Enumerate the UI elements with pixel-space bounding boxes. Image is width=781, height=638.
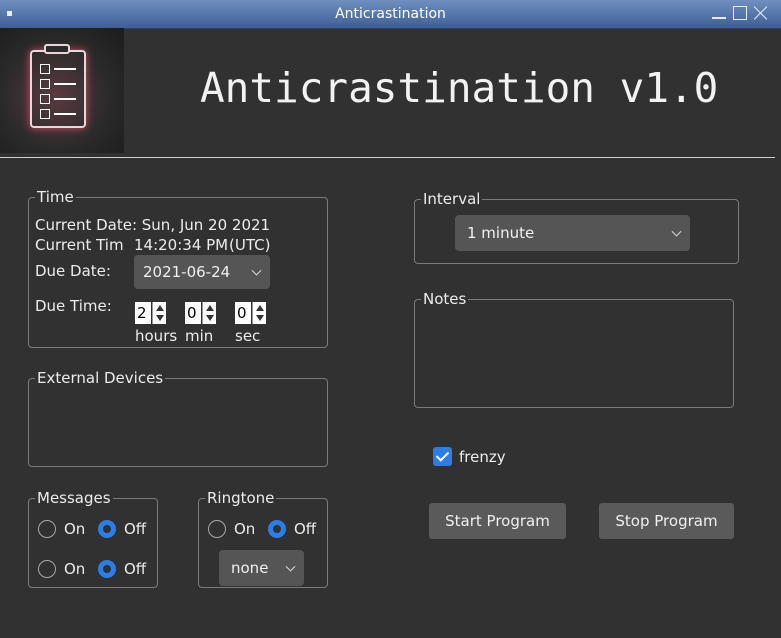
due-date-value: 2021-06-24 (143, 263, 231, 281)
messages-1-on-label: On (64, 520, 86, 538)
ringtone-off-radio[interactable] (268, 520, 286, 538)
checklist-row (40, 64, 78, 74)
current-time-label: Current Tim (35, 236, 124, 254)
minutes-spinner-arrows[interactable] (202, 302, 216, 324)
start-program-button[interactable]: Start Program (429, 503, 566, 539)
hours-value[interactable]: 2 (135, 302, 151, 324)
header-divider (0, 157, 775, 158)
ringtone-off-label: Off (294, 520, 317, 538)
messages-1-on-radio[interactable] (38, 520, 56, 538)
stop-program-button[interactable]: Stop Program (599, 503, 734, 539)
interval-select-value: 1 minute (467, 224, 535, 242)
maximize-icon[interactable] (733, 6, 747, 20)
checklist-row (40, 79, 78, 89)
due-time-label: Due Time: (35, 297, 112, 315)
minutes-value[interactable]: 0 (185, 302, 201, 324)
minutes-spinner[interactable]: 0 (185, 302, 216, 324)
window-titlebar[interactable]: Anticrastination (0, 0, 781, 29)
clipboard-checklist-icon (0, 28, 124, 153)
ringtone-select-value: none (231, 559, 269, 577)
close-icon[interactable] (754, 6, 768, 20)
spin-up-icon[interactable] (206, 305, 214, 311)
chevron-down-icon (251, 265, 262, 276)
seconds-label: sec (235, 327, 261, 345)
frenzy-label: frenzy (459, 448, 506, 466)
current-time-value: 14:20:34 PM (134, 236, 229, 254)
messages-2-off-radio[interactable] (98, 560, 116, 578)
clipboard-clip (44, 44, 70, 54)
hours-spinner[interactable]: 2 (135, 302, 166, 324)
clipboard-body (30, 50, 86, 128)
seconds-spinner-arrows[interactable] (252, 302, 266, 324)
checklist-row (40, 109, 78, 119)
messages-group-label: Messages (35, 489, 113, 507)
spin-down-icon[interactable] (256, 315, 264, 321)
hours-label: hours (135, 327, 178, 345)
spin-down-icon[interactable] (156, 315, 164, 321)
checklist-row (40, 94, 78, 104)
seconds-spinner[interactable]: 0 (235, 302, 266, 324)
messages-1-off-label: Off (124, 520, 147, 538)
seconds-value[interactable]: 0 (235, 302, 251, 324)
due-date-picker[interactable]: 2021-06-24 (134, 255, 270, 289)
chevron-down-icon (671, 226, 682, 237)
notes-group[interactable]: Notes (414, 290, 734, 408)
ringtone-on-label: On (234, 520, 256, 538)
spin-up-icon[interactable] (156, 305, 164, 311)
messages-2-off-label: Off (124, 560, 147, 578)
time-group-label: Time (35, 188, 76, 206)
messages-2-on-label: On (64, 560, 86, 578)
due-date-label: Due Date: (35, 262, 111, 280)
messages-1-off-radio[interactable] (98, 520, 116, 538)
window-title: Anticrastination (335, 6, 446, 22)
ringtone-on-radio[interactable] (208, 520, 226, 538)
external-devices-label: External Devices (35, 369, 166, 387)
current-date-text: Current Date: Sun, Jun 20 2021 (35, 216, 271, 234)
minimize-icon[interactable] (712, 6, 726, 20)
current-time-zone: (UTC) (229, 236, 271, 254)
chevron-down-icon (285, 561, 296, 572)
spin-up-icon[interactable] (256, 305, 264, 311)
messages-2-on-radio[interactable] (38, 560, 56, 578)
external-devices-group: External Devices (28, 369, 328, 467)
interval-select[interactable]: 1 minute (455, 215, 690, 251)
spin-down-icon[interactable] (206, 315, 214, 321)
interval-group-label: Interval (421, 190, 483, 208)
hours-spinner-arrows[interactable] (152, 302, 166, 324)
frenzy-checkbox[interactable] (433, 447, 452, 466)
ringtone-group-label: Ringtone (205, 489, 277, 507)
app-title: Anticrastination v1.0 (200, 64, 719, 112)
ringtone-select[interactable]: none (219, 550, 304, 586)
notes-group-label: Notes (421, 290, 469, 308)
minutes-label: min (185, 327, 214, 345)
